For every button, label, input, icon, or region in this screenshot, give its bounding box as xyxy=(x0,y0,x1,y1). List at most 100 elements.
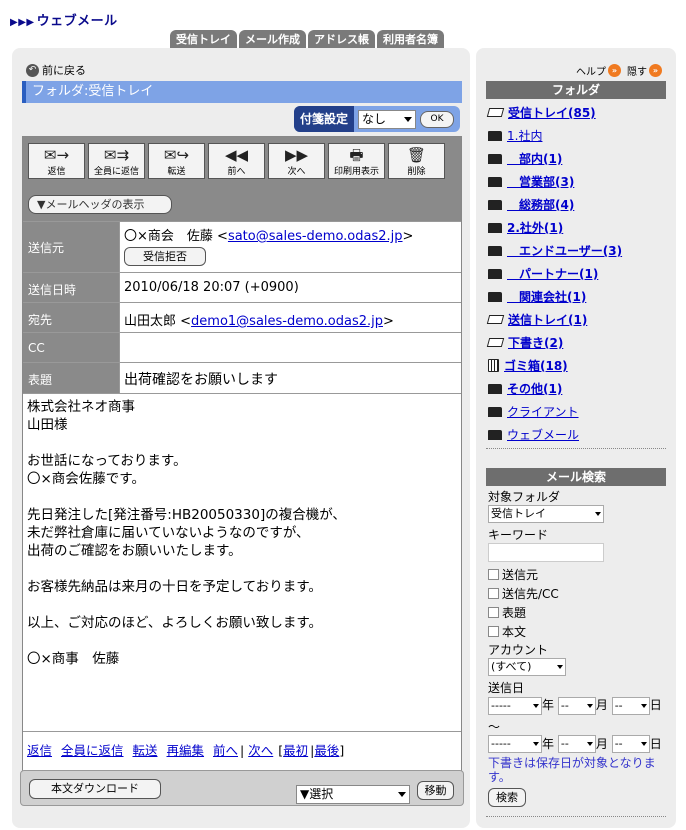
check-subject[interactable]: 表題 xyxy=(488,603,668,622)
folder-link[interactable]: 下書き(2) xyxy=(508,334,563,351)
folder-item[interactable]: エンドユーザー(3) xyxy=(488,239,666,262)
footer-reedit-link[interactable]: 再編集 xyxy=(167,743,205,758)
folder-item[interactable]: 下書き(2) xyxy=(486,331,666,354)
folder-item[interactable]: クライアント xyxy=(488,400,666,423)
folder-item[interactable]: パートナー(1) xyxy=(488,262,666,285)
folder-item[interactable]: ゴミ箱(18) xyxy=(488,354,666,377)
tray-icon xyxy=(486,338,505,347)
folder-item[interactable]: その他(1) xyxy=(488,377,666,400)
footer-forward-link[interactable]: 転送 xyxy=(133,743,158,758)
delete-label: 削除 xyxy=(407,167,426,177)
back-label: 前に戻る xyxy=(42,64,86,77)
footer-reply-link[interactable]: 返信 xyxy=(27,743,52,758)
footer-last-link[interactable]: 最後 xyxy=(314,743,339,758)
folder-item[interactable]: 総務部(4) xyxy=(488,193,666,216)
folder-link[interactable]: 総務部(4) xyxy=(507,196,574,213)
folder-link[interactable]: ウェブメール xyxy=(507,426,579,443)
back-link[interactable]: ↶ 前に戻る xyxy=(26,62,86,78)
footer-reply-all-link[interactable]: 全員に返信 xyxy=(61,743,124,758)
folder-item[interactable]: 受信トレイ(85) xyxy=(486,101,666,124)
folder-icon xyxy=(488,176,502,187)
forward-label: 転送 xyxy=(167,167,186,177)
reply-button[interactable]: ✉→ 返信 xyxy=(28,143,85,179)
folder-item[interactable]: 2.社外(1) xyxy=(488,216,666,239)
block-sender-button[interactable]: 受信拒否 xyxy=(124,247,206,266)
checkbox[interactable] xyxy=(488,626,499,637)
delete-button[interactable]: 🗑 削除 xyxy=(388,143,445,179)
print-view-button[interactable]: 🖶 印刷用表示 xyxy=(328,143,385,179)
footer-prev-link[interactable]: 前へ xyxy=(213,743,238,758)
folder-item[interactable]: 部内(1) xyxy=(488,147,666,170)
keyword-input[interactable] xyxy=(488,543,604,562)
folder-item[interactable]: 送信トレイ(1) xyxy=(486,308,666,331)
to-value: 山田太郎 <demo1@sales-demo.odas2.jp> xyxy=(119,303,461,332)
show-headers-button[interactable]: ▼メールヘッダの表示 xyxy=(28,195,172,214)
previous-button[interactable]: ◀◀ 前へ xyxy=(208,143,265,179)
to-email-link[interactable]: demo1@sales-demo.odas2.jp xyxy=(191,314,383,329)
check-body-label: 本文 xyxy=(502,625,527,639)
hide-link[interactable]: 隠す xyxy=(627,63,647,78)
check-to-cc[interactable]: 送信先/CC xyxy=(488,584,668,603)
folder-item[interactable]: 営業部(3) xyxy=(488,170,666,193)
tab-user-directory[interactable]: 利用者名簿 xyxy=(377,30,444,48)
sticky-note-select[interactable]: なし xyxy=(358,109,416,129)
folder-link[interactable]: 関連会社(1) xyxy=(507,288,586,305)
folder-item[interactable]: 関連会社(1) xyxy=(488,285,666,308)
header-row-date: 送信日時 2010/06/18 20:07 (+0900) xyxy=(23,272,461,302)
tab-inbox[interactable]: 受信トレイ xyxy=(170,30,237,48)
from-year-value: ----- xyxy=(491,698,511,712)
folder-link[interactable]: パートナー(1) xyxy=(507,265,598,282)
folder-link[interactable]: その他(1) xyxy=(507,380,562,397)
reply-all-button[interactable]: ✉⇉ 全員に返信 xyxy=(88,143,145,179)
folder-link[interactable]: クライアント xyxy=(507,403,579,420)
footer-first-link[interactable]: 最初 xyxy=(283,743,308,758)
separator: | xyxy=(240,743,245,758)
search-button[interactable]: 検索 xyxy=(488,788,526,807)
to-day-select[interactable]: -- xyxy=(611,735,650,753)
folder-link[interactable]: ゴミ箱(18) xyxy=(504,357,568,374)
folder-link[interactable]: エンドユーザー(3) xyxy=(507,242,622,259)
from-month-select[interactable]: -- xyxy=(557,696,596,715)
check-body[interactable]: 本文 xyxy=(488,622,668,641)
to-month-select[interactable]: -- xyxy=(557,735,596,753)
folder-link[interactable]: 送信トレイ(1) xyxy=(508,311,587,328)
next-button[interactable]: ▶▶ 次へ xyxy=(268,143,325,179)
message-view: ✉→ 返信 ✉⇉ 全員に返信 ✉↪ 転送 ◀◀ 前へ ▶▶ 次へ 🖶 印刷用表示 🗑 削除 ▼… xyxy=(22,136,462,802)
from-day-select[interactable]: -- xyxy=(611,696,650,715)
to-year-value: ----- xyxy=(491,737,511,750)
folder-item[interactable]: 1.社内 xyxy=(488,124,666,147)
from-year-select[interactable]: ----- xyxy=(488,696,542,715)
folder-link[interactable]: 2.社外(1) xyxy=(507,219,563,236)
account-label: アカウント xyxy=(488,643,549,657)
sidebar-top-links: ヘルプ» 隠す» xyxy=(576,63,662,78)
checkbox[interactable] xyxy=(488,607,499,618)
to-day-value: -- xyxy=(614,737,623,750)
folder-link[interactable]: 営業部(3) xyxy=(507,173,574,190)
check-from[interactable]: 送信元 xyxy=(488,565,668,584)
footer-next-link[interactable]: 次へ xyxy=(248,743,273,758)
target-folder-select[interactable]: 受信トレイ xyxy=(488,505,604,523)
folder-link[interactable]: 1.社内 xyxy=(507,127,542,144)
from-email-link[interactable]: sato@sales-demo.odas2.jp xyxy=(228,229,403,244)
folder-item[interactable]: ウェブメール xyxy=(488,423,666,446)
folder-link[interactable]: 受信トレイ(85) xyxy=(508,104,596,121)
move-button[interactable]: 移動 xyxy=(417,781,454,800)
hide-arrow-icon[interactable]: » xyxy=(649,64,662,77)
ok-button[interactable]: OK xyxy=(420,110,454,128)
sticky-note-label: 付箋設定 xyxy=(293,106,354,132)
to-year-select[interactable]: ----- xyxy=(488,735,542,753)
folder-link[interactable]: 部内(1) xyxy=(507,150,562,167)
checkbox[interactable] xyxy=(488,588,499,599)
tab-compose[interactable]: メール作成 xyxy=(239,30,306,48)
sidebar: ヘルプ» 隠す» フォルダ 受信トレイ(85) 1.社内 部内(1) 営業部(3… xyxy=(476,48,676,828)
move-folder-select[interactable]: ▼選択 xyxy=(296,785,410,804)
forward-button[interactable]: ✉↪ 転送 xyxy=(148,143,205,179)
help-link[interactable]: ヘルプ xyxy=(576,63,606,78)
download-body-button[interactable]: 本文ダウンロード xyxy=(29,779,161,799)
checkbox[interactable] xyxy=(488,569,499,580)
check-to-cc-label: 送信先/CC xyxy=(502,587,559,601)
header-row-cc: CC xyxy=(23,332,461,362)
account-select[interactable]: (すべて) xyxy=(488,658,566,676)
tab-address-book[interactable]: アドレス帳 xyxy=(308,30,375,48)
help-arrow-icon[interactable]: » xyxy=(608,64,621,77)
